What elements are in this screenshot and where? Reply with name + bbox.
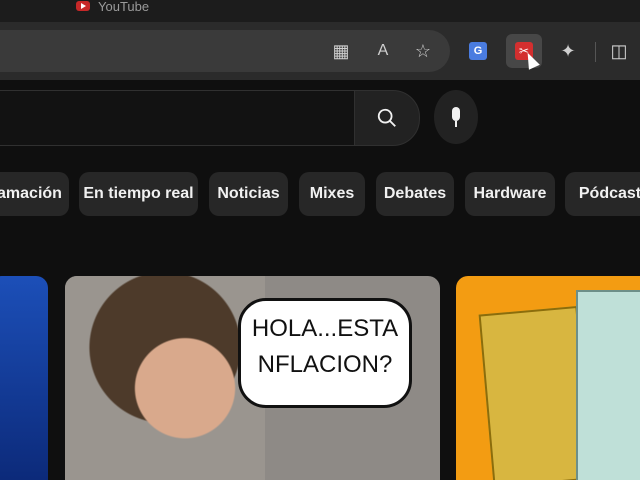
chip[interactable]: Mixes: [299, 172, 365, 216]
voice-search-button[interactable]: [434, 90, 478, 144]
apps-icon[interactable]: ▦: [326, 36, 356, 66]
youtube-tab[interactable]: YouTube: [76, 0, 149, 15]
split-screen-icon[interactable]: ◫: [604, 36, 634, 66]
video-thumbnail[interactable]: [0, 276, 48, 480]
chip[interactable]: En tiempo real: [79, 172, 198, 216]
google-translate-icon: G: [469, 42, 487, 60]
video-thumbnail[interactable]: [456, 276, 640, 480]
extensions-puzzle-icon[interactable]: ✦: [553, 36, 583, 66]
thumbnail-image: [65, 276, 265, 480]
thumbnail-caption: HOLA...ESTA NFLACION?: [238, 298, 412, 408]
final-fantasy-box-art: [576, 290, 640, 480]
read-aloud-icon[interactable]: A: [368, 36, 398, 66]
tab-title: YouTube: [98, 0, 150, 14]
tab-strip: YouTube: [0, 0, 640, 22]
chip[interactable]: Hardware: [465, 172, 555, 216]
chip[interactable]: Noticias: [209, 172, 288, 216]
chip[interactable]: Pódcast: [565, 172, 640, 216]
filter-chips: amación En tiempo real Noticias Mixes De…: [0, 172, 640, 216]
chip[interactable]: amación: [0, 172, 69, 216]
microphone-icon: [452, 107, 460, 127]
search-button[interactable]: [354, 90, 420, 146]
favorite-star-icon[interactable]: ☆: [408, 36, 438, 66]
chip[interactable]: Debates: [376, 172, 454, 216]
search-icon: [377, 108, 396, 127]
youtube-favicon-icon: [76, 1, 90, 11]
browser-toolbar: ▦ A ☆ G ✂ ✦ ◫: [0, 22, 640, 80]
toolbar-divider: [595, 42, 596, 62]
search-input[interactable]: [0, 90, 356, 146]
google-translate-extension-button[interactable]: G: [460, 34, 496, 68]
